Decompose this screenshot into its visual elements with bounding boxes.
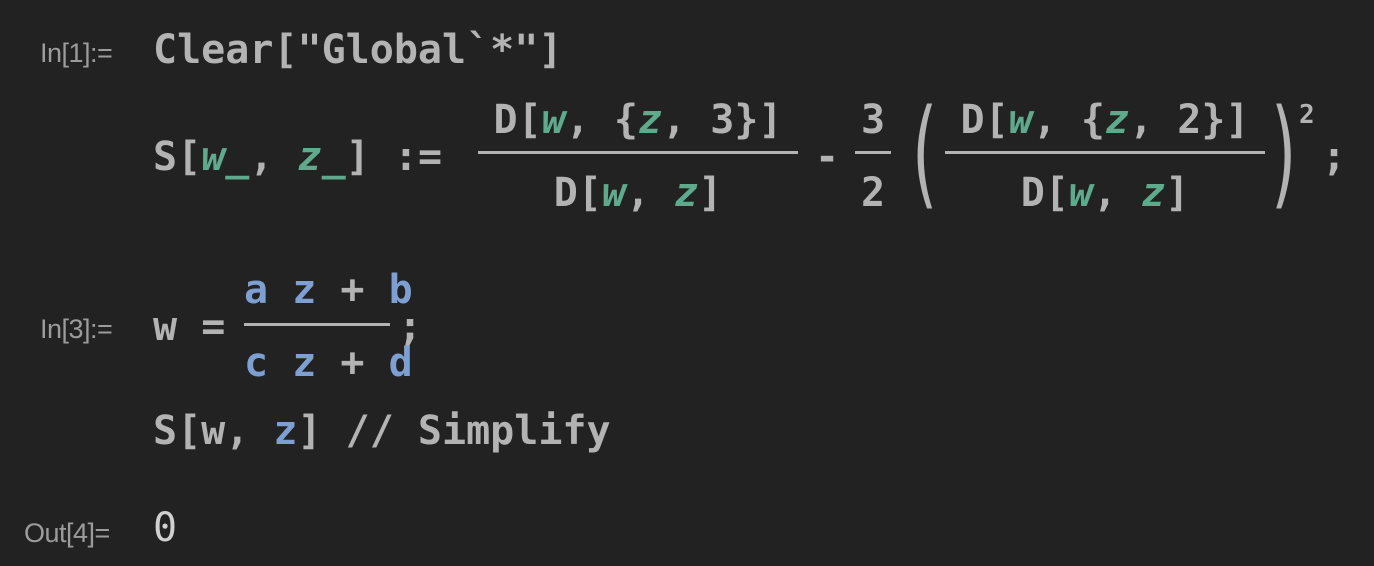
s-rb: ] (345, 134, 370, 180)
bracket-close: ] (538, 27, 563, 73)
clear-function: Clear (153, 27, 274, 73)
input-label-3: In[3]:= (40, 314, 113, 344)
semicolon-2: ; (398, 304, 423, 350)
simplify-command[interactable]: S[w, z] // Simplify (153, 411, 611, 451)
constant-denominator: 2 (860, 170, 886, 216)
input-label-1: In[1]:= (40, 38, 113, 68)
exponent: 2 (1299, 100, 1315, 130)
fraction2-denominator: D[w, z] (1020, 170, 1190, 216)
mobius-numerator: a z + b (244, 267, 413, 313)
fraction1-denominator: D[w, z] (553, 170, 723, 216)
mobius-denominator: c z + d (244, 340, 413, 386)
simplify-postfix: ] // Simplify (297, 408, 611, 454)
mobius-fraction[interactable]: a z + b c z + d (244, 267, 413, 388)
mobius-bar (244, 323, 390, 326)
clear-command[interactable]: Clear["Global`*"] (153, 30, 562, 70)
pattern-w: w_ (201, 134, 250, 180)
set-operator: = (201, 304, 226, 350)
output-value: 0 (153, 505, 178, 551)
fraction2-bar (945, 151, 1265, 154)
bracket-open: [ (273, 27, 298, 73)
s-comma: , (249, 134, 274, 180)
s-head: S (153, 134, 178, 180)
z-symbol: z (273, 408, 298, 454)
constant-bar (855, 151, 891, 154)
constant-fraction[interactable]: 3 2 (855, 98, 891, 218)
paren-close: ) (1271, 83, 1297, 221)
fraction1-numerator: D[w, {z, 3}] (493, 97, 783, 143)
third-derivative-fraction[interactable]: D[w, {z, 3}] D[w, z] (478, 98, 798, 218)
pattern-z: z_ (297, 134, 346, 180)
output-label-4: Out[4]= (24, 518, 110, 548)
w-assignment-lhs[interactable]: w = (153, 307, 225, 347)
s-call: S[w, (153, 408, 274, 454)
paren-open: ( (912, 83, 938, 221)
constant-numerator: 3 (860, 97, 886, 143)
s-lb: [ (177, 134, 202, 180)
clear-string: "Global`*" (297, 27, 539, 73)
w-symbol: w (153, 304, 178, 350)
set-delayed-operator: := (393, 134, 443, 180)
second-derivative-fraction[interactable]: D[w, {z, 2}] D[w, z] (945, 98, 1265, 218)
semicolon: ; (1322, 134, 1347, 180)
fraction1-bar (478, 151, 798, 154)
fraction2-numerator: D[w, {z, 2}] (960, 97, 1250, 143)
schwarzian-definition-lhs[interactable]: S[w_, z_] := (153, 137, 442, 177)
notebook: In[1]:= Clear["Global`*"] S[w_, z_] := D… (0, 0, 1374, 566)
minus-operator: - (815, 134, 840, 180)
